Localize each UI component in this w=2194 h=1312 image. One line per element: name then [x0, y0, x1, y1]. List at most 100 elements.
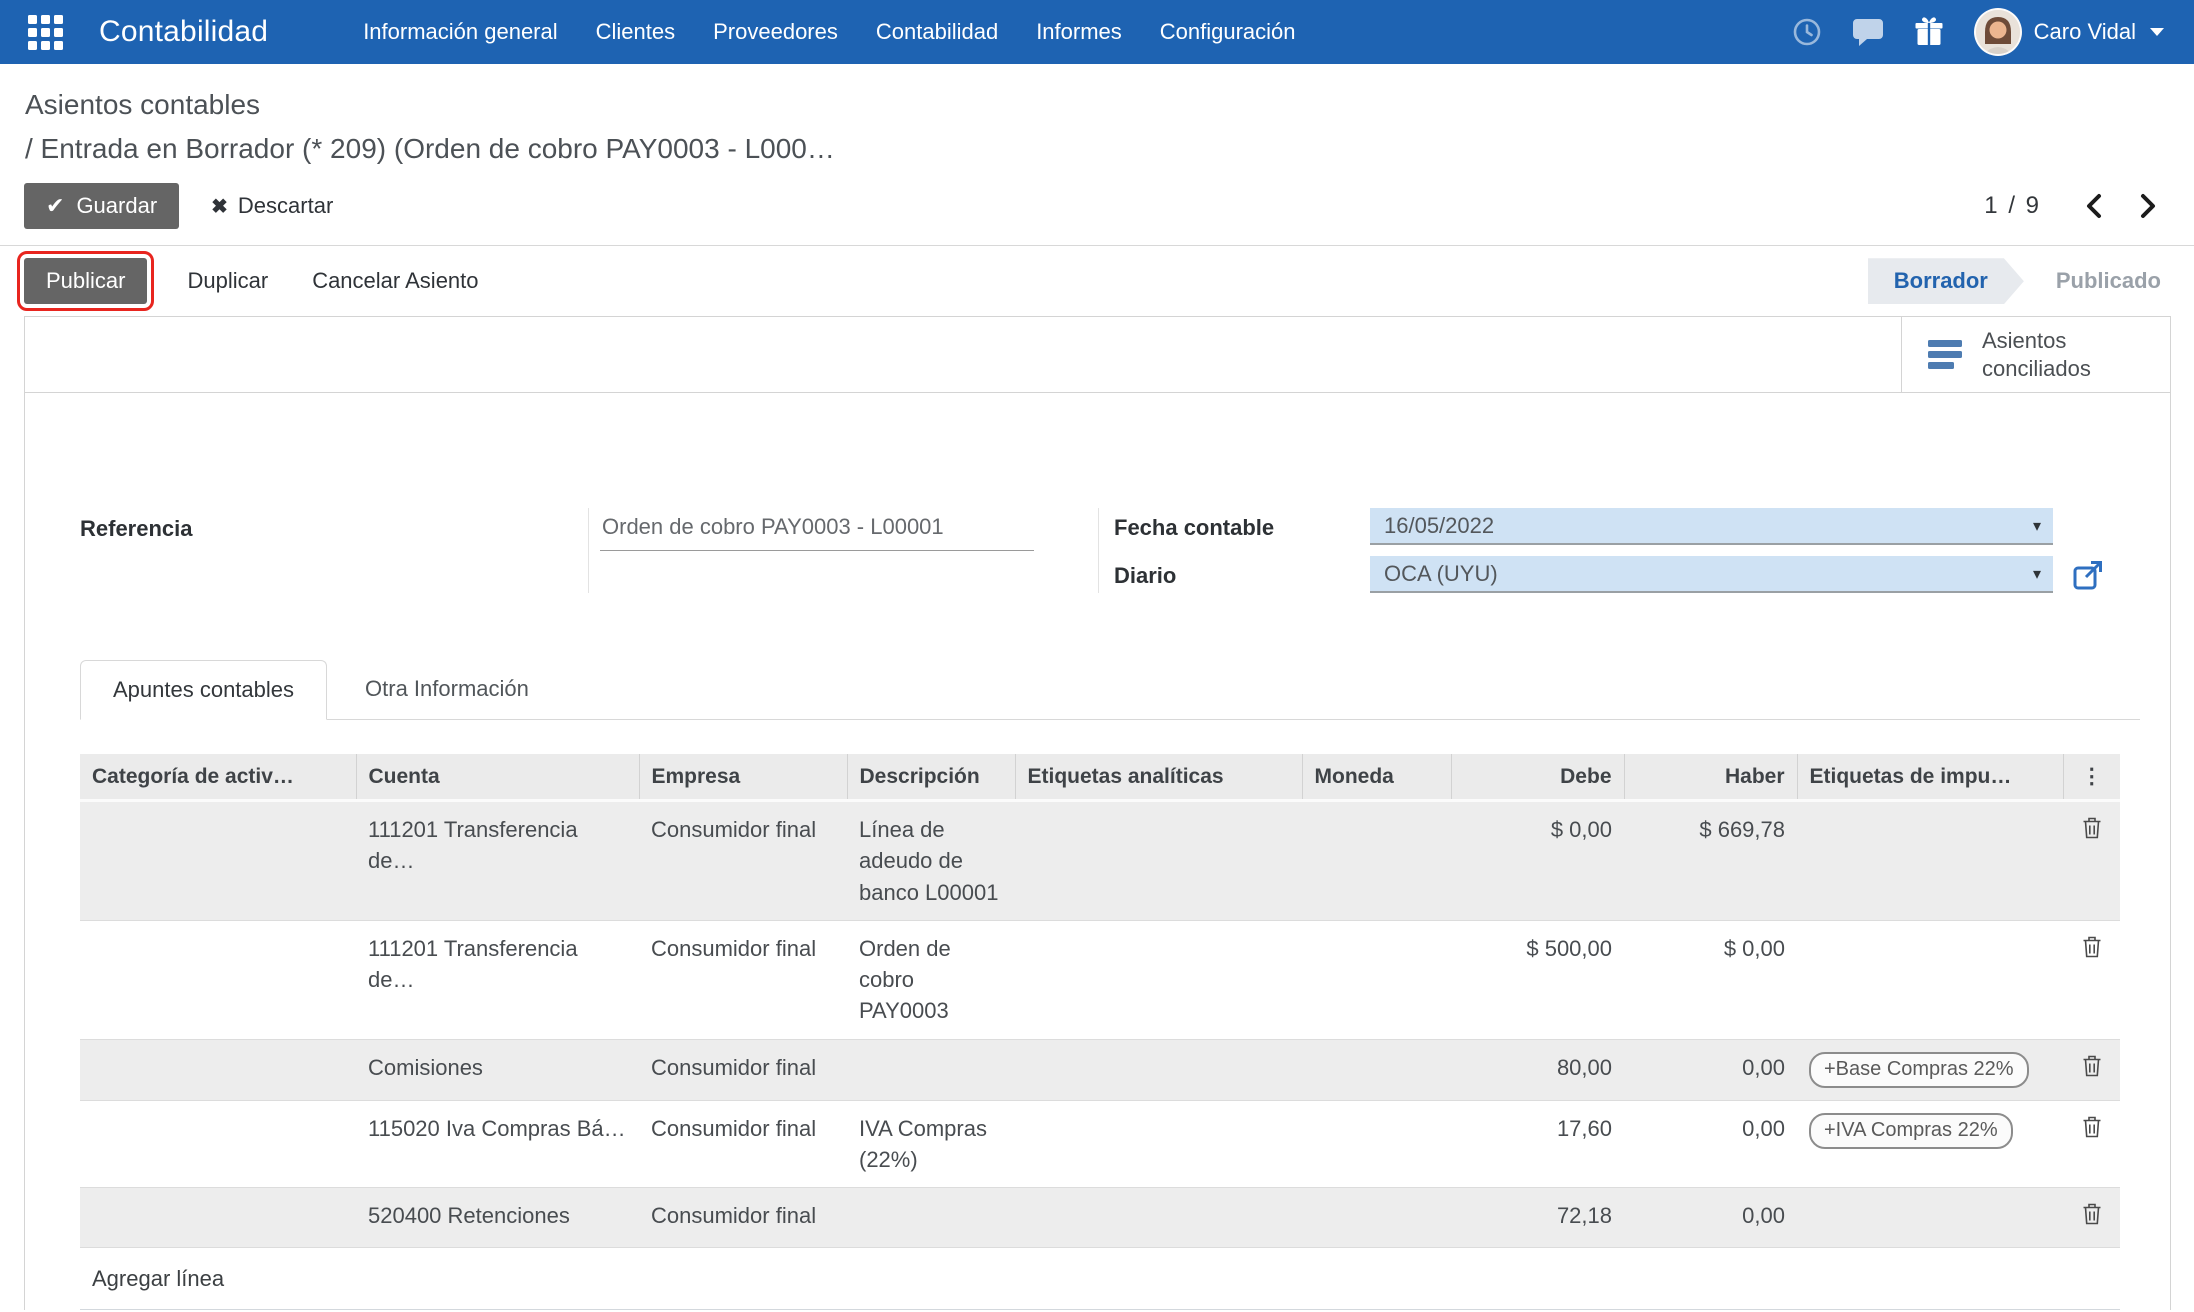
cell-analytic-tags[interactable]: [1015, 1187, 1302, 1248]
cell-currency[interactable]: [1302, 1187, 1451, 1248]
cell-analytic-tags[interactable]: [1015, 1038, 1302, 1101]
delete-row-trash-icon[interactable]: [2081, 1202, 2103, 1234]
cell-company[interactable]: Consumidor final: [639, 919, 847, 1040]
state-draft[interactable]: Borrador: [1868, 258, 2024, 304]
delete-row-trash-icon[interactable]: [2081, 1115, 2103, 1147]
gift-icon[interactable]: [1914, 16, 1944, 48]
column-options-kebab-icon[interactable]: ⋮: [2063, 754, 2120, 803]
tax-tag-pill[interactable]: +IVA Compras 22%: [1809, 1112, 2013, 1150]
tab-apuntes-contables[interactable]: Apuntes contables: [80, 660, 328, 721]
table-row[interactable]: Comisiones Consumidor final 80,00 0,00 +…: [80, 1038, 2120, 1101]
cell-account[interactable]: 520400 Retenciones: [356, 1187, 639, 1248]
reference-input[interactable]: [600, 510, 1034, 552]
table-row[interactable]: 115020 Iva Compras Bá… Consumidor final …: [80, 1099, 2120, 1188]
cell-analytic-tags[interactable]: [1015, 801, 1302, 921]
cell-tax-tags[interactable]: [1797, 801, 2063, 921]
cell-credit[interactable]: $ 0,00: [1624, 919, 1797, 1040]
reconciled-entries-button[interactable]: Asientos conciliados: [1901, 317, 2170, 393]
cell-description[interactable]: IVA Compras (22%): [847, 1099, 1015, 1188]
cell-debit[interactable]: 17,60: [1451, 1099, 1624, 1188]
cell-tax-tags[interactable]: [1797, 1187, 2063, 1248]
cell-asset-category[interactable]: [80, 1038, 356, 1101]
col-analytic-tags[interactable]: Etiquetas analíticas: [1015, 754, 1303, 803]
col-debit[interactable]: Debe: [1451, 754, 1625, 803]
cell-credit[interactable]: 0,00: [1624, 1038, 1797, 1101]
nav-item-contabilidad[interactable]: Contabilidad: [876, 19, 998, 45]
cell-account[interactable]: 111201 Transferencia de…: [356, 919, 639, 1040]
tax-tag-pill[interactable]: +Base Compras 22%: [1809, 1051, 2029, 1088]
post-button[interactable]: Publicar: [16, 251, 155, 312]
user-menu[interactable]: Caro Vidal: [1973, 8, 2164, 56]
cell-currency[interactable]: [1302, 1038, 1451, 1101]
cell-analytic-tags[interactable]: [1015, 919, 1302, 1040]
cell-company[interactable]: Consumidor final: [639, 1187, 847, 1248]
cell-credit[interactable]: 0,00: [1624, 1099, 1797, 1188]
col-currency[interactable]: Moneda: [1302, 754, 1452, 803]
cancel-entry-button[interactable]: Cancelar Asiento: [306, 267, 484, 295]
external-link-icon[interactable]: [2072, 559, 2104, 591]
cell-currency[interactable]: [1302, 1099, 1451, 1188]
duplicate-button[interactable]: Duplicar: [181, 267, 274, 295]
cell-asset-category[interactable]: [80, 1099, 356, 1188]
cell-asset-category[interactable]: [80, 919, 356, 1040]
bars-icon: [1928, 339, 1962, 369]
journal-field[interactable]: OCA (UYU) ▾: [1370, 556, 2053, 594]
cell-debit[interactable]: $ 500,00: [1451, 919, 1624, 1040]
messages-chat-icon[interactable]: [1852, 17, 1884, 47]
accounting-date-field[interactable]: 16/05/2022 ▾: [1370, 508, 2053, 546]
cell-company[interactable]: Consumidor final: [639, 801, 847, 921]
table-row[interactable]: 520400 Retenciones Consumidor final 72,1…: [80, 1187, 2120, 1248]
table-row[interactable]: 111201 Transferencia de… Consumidor fina…: [80, 800, 2120, 921]
delete-row-trash-icon[interactable]: [2081, 935, 2103, 967]
cell-account[interactable]: 115020 Iva Compras Bá…: [356, 1099, 639, 1188]
cell-company[interactable]: Consumidor final: [639, 1038, 847, 1101]
pager-previous-icon[interactable]: [2083, 192, 2105, 220]
cell-debit[interactable]: 80,00: [1451, 1038, 1624, 1101]
add-line-link[interactable]: Agregar línea: [80, 1246, 2120, 1311]
state-posted[interactable]: Publicado: [2024, 258, 2171, 304]
col-asset-category[interactable]: Categoría de activ…: [80, 754, 357, 803]
save-button[interactable]: ✔ Guardar: [24, 183, 180, 230]
breadcrumb-parent[interactable]: Asientos contables: [25, 88, 2194, 122]
cell-credit[interactable]: 0,00: [1624, 1187, 1797, 1248]
cell-credit[interactable]: $ 669,78: [1624, 801, 1797, 921]
nav-item-informes[interactable]: Informes: [1036, 19, 1122, 45]
reconciled-entries-label: Asientos conciliados: [1982, 328, 2091, 381]
cell-analytic-tags[interactable]: [1015, 1099, 1302, 1188]
cell-description[interactable]: [847, 1187, 1015, 1248]
cell-tax-tags[interactable]: +IVA Compras 22%: [1797, 1099, 2063, 1188]
cell-description[interactable]: Línea de adeudo de banco L00001: [847, 801, 1015, 921]
cell-asset-category[interactable]: [80, 801, 356, 921]
delete-row-trash-icon[interactable]: [2081, 816, 2103, 848]
cell-asset-category[interactable]: [80, 1187, 356, 1248]
cell-account[interactable]: 111201 Transferencia de…: [356, 801, 639, 921]
col-company[interactable]: Empresa: [639, 754, 848, 803]
cell-description[interactable]: [847, 1038, 1015, 1101]
cell-company[interactable]: Consumidor final: [639, 1099, 847, 1188]
discard-button[interactable]: ✖ Descartar: [205, 192, 339, 220]
col-credit[interactable]: Haber: [1624, 754, 1798, 803]
cell-debit[interactable]: 72,18: [1451, 1187, 1624, 1248]
nav-item-clientes[interactable]: Clientes: [596, 19, 675, 45]
cell-tax-tags[interactable]: [1797, 919, 2063, 1040]
col-description[interactable]: Descripción: [847, 754, 1016, 803]
app-brand[interactable]: Contabilidad: [99, 15, 268, 49]
cell-currency[interactable]: [1302, 801, 1451, 921]
delete-row-trash-icon[interactable]: [2081, 1054, 2103, 1086]
nav-item-informacion-general[interactable]: Información general: [363, 19, 557, 45]
col-account[interactable]: Cuenta: [356, 754, 640, 803]
tab-otra-informacion[interactable]: Otra Información: [327, 659, 567, 719]
cell-description[interactable]: Orden de cobro PAY0003: [847, 919, 1015, 1040]
cell-currency[interactable]: [1302, 919, 1451, 1040]
col-tax-tags[interactable]: Etiquetas de impu…: [1797, 754, 2064, 803]
cell-debit[interactable]: $ 0,00: [1451, 801, 1624, 921]
table-row[interactable]: 111201 Transferencia de… Consumidor fina…: [80, 919, 2120, 1040]
apps-grid-icon[interactable]: [28, 14, 63, 50]
navbar-right: Caro Vidal: [1792, 8, 2164, 56]
cell-tax-tags[interactable]: +Base Compras 22%: [1797, 1038, 2063, 1101]
nav-item-proveedores[interactable]: Proveedores: [713, 19, 838, 45]
cell-account[interactable]: Comisiones: [356, 1038, 639, 1101]
activities-clock-icon[interactable]: [1792, 17, 1822, 47]
pager-next-icon[interactable]: [2137, 192, 2159, 220]
nav-item-configuracion[interactable]: Configuración: [1160, 19, 1296, 45]
